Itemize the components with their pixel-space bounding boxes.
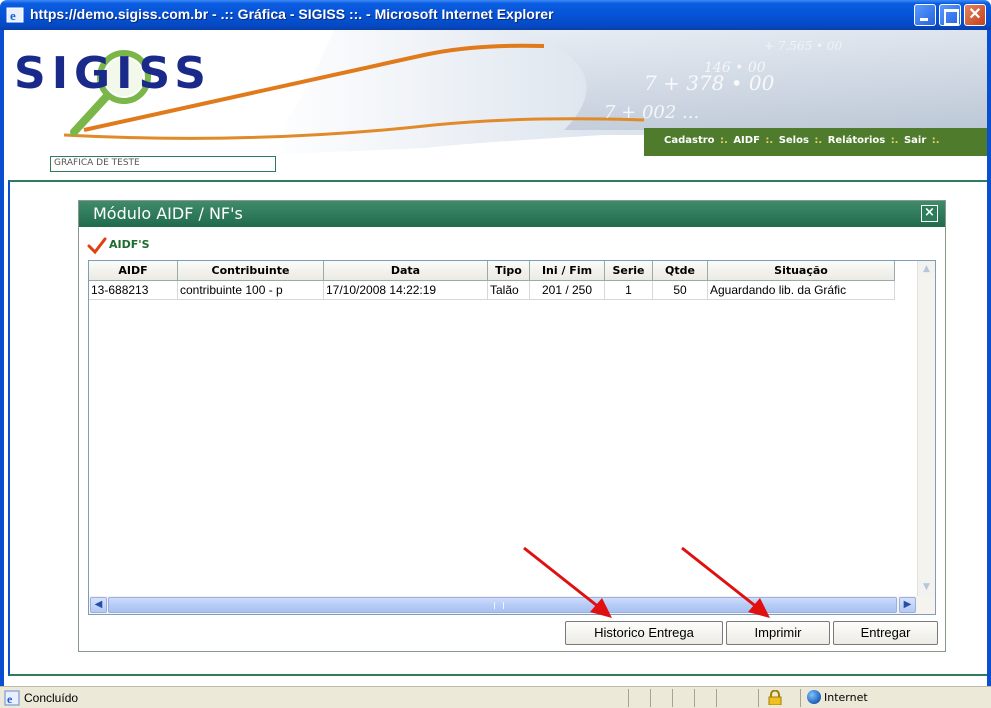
aidf-grid: AIDF Contribuinte Data Tipo Ini / Fim Se… — [88, 260, 936, 615]
status-bar: e Concluído Internet — [0, 686, 991, 708]
section-title: AIDF'S — [109, 238, 150, 251]
main-nav: Cadastro :. AIDF :. Selos :. Relátorios … — [644, 128, 987, 156]
module-header: Módulo AIDF / NF's × — [79, 201, 945, 227]
scroll-down-icon[interactable]: ▼ — [918, 579, 935, 596]
page-done-icon: e — [4, 690, 20, 706]
column-header-contribuinte[interactable]: Contribuinte — [178, 261, 324, 281]
scroll-thumb[interactable] — [108, 597, 897, 613]
title-bar: e https://demo.sigiss.com.br - .:: Gráfi… — [0, 0, 991, 30]
scroll-left-icon[interactable]: ◀ — [90, 597, 107, 613]
status-panel — [650, 689, 651, 707]
column-header-aidf[interactable]: AIDF — [89, 261, 178, 281]
imprimir-button[interactable]: Imprimir — [726, 621, 830, 645]
checkmark-icon — [87, 237, 107, 255]
globe-icon — [807, 690, 821, 704]
nav-separator: :. — [814, 135, 823, 146]
cell-contribuinte: contribuinte 100 - p — [178, 281, 324, 300]
cell-situacao: Aguardando lib. da Gráfic — [708, 281, 895, 300]
window-title: https://demo.sigiss.com.br - .:: Gráfica… — [30, 6, 554, 22]
table-row[interactable]: 13-688213 contribuinte 100 - p 17/10/200… — [89, 281, 895, 300]
status-panel — [800, 689, 801, 707]
nav-separator: :. — [931, 135, 940, 146]
nav-items: Cadastro :. AIDF :. Selos :. Relátorios … — [664, 135, 942, 146]
close-icon: ✕ — [968, 6, 982, 23]
close-window-button[interactable]: ✕ — [964, 4, 986, 26]
vertical-scrollbar[interactable]: ▲ ▼ — [917, 261, 935, 596]
entregar-button[interactable]: Entregar — [833, 621, 938, 645]
column-header-ini-fim[interactable]: Ini / Fim — [530, 261, 605, 281]
maximize-button[interactable] — [939, 4, 961, 26]
svg-text:7 + 002 ...: 7 + 002 ... — [604, 102, 699, 123]
status-text: Concluído — [24, 691, 79, 705]
nav-item-aidf[interactable]: AIDF — [733, 135, 760, 146]
aidf-module-window: Módulo AIDF / NF's × AIDF'S AIDF Contrib… — [78, 200, 946, 652]
column-header-situacao[interactable]: Situação — [708, 261, 895, 281]
nav-separator: :. — [720, 135, 728, 146]
scroll-right-icon[interactable]: ▶ — [899, 597, 916, 613]
cell-qtde: 50 — [653, 281, 708, 300]
column-header-qtde[interactable]: Qtde — [653, 261, 708, 281]
nav-item-relatorios[interactable]: Relátorios — [828, 135, 886, 146]
internet-explorer-icon: e — [6, 7, 24, 23]
column-header-serie[interactable]: Serie — [605, 261, 653, 281]
svg-text:e: e — [10, 8, 16, 23]
cell-data: 17/10/2008 14:22:19 — [324, 281, 488, 300]
nav-separator: :. — [890, 135, 899, 146]
cell-tipo: Talão — [488, 281, 530, 300]
column-header-data[interactable]: Data — [324, 261, 488, 281]
close-icon: × — [924, 205, 935, 220]
nav-item-selos[interactable]: Selos — [779, 135, 809, 146]
cell-serie: 1 — [605, 281, 653, 300]
svg-text:146 • 00: 146 • 00 — [704, 60, 766, 76]
horizontal-scrollbar[interactable]: ◀ ▶ — [89, 596, 935, 614]
grid-header: AIDF Contribuinte Data Tipo Ini / Fim Se… — [89, 261, 895, 281]
svg-text:e: e — [7, 692, 13, 706]
historico-entrega-button[interactable]: Historico Entrega — [565, 621, 723, 645]
nav-separator: :. — [765, 135, 774, 146]
status-panel — [694, 689, 695, 707]
cell-aidf: 13-688213 — [89, 281, 178, 300]
status-panel — [672, 689, 673, 707]
sigiss-logo: SIGISS — [14, 48, 212, 99]
cell-ini-fim: 201 / 250 — [530, 281, 605, 300]
status-panel — [628, 689, 629, 707]
status-panel — [716, 689, 717, 707]
page-banner: 7 + 378 • 00 146 • 00 7 + 002 ... + 7.56… — [4, 30, 987, 180]
module-close-button[interactable]: × — [921, 205, 938, 222]
module-title: Módulo AIDF / NF's — [93, 204, 243, 223]
company-name-field: GRAFICA DE TESTE — [50, 156, 276, 172]
svg-text:+ 7.565 • 00: + 7.565 • 00 — [764, 39, 843, 53]
window-border-right — [987, 30, 991, 686]
lock-icon — [768, 690, 782, 705]
status-panel — [758, 689, 759, 707]
browser-window: e https://demo.sigiss.com.br - .:: Gráfi… — [0, 0, 991, 708]
scroll-grip-icon — [494, 602, 504, 609]
nav-item-sair[interactable]: Sair — [904, 135, 926, 146]
minimize-button[interactable] — [914, 4, 936, 26]
security-zone: Internet — [824, 691, 868, 704]
column-header-tipo[interactable]: Tipo — [488, 261, 530, 281]
scroll-up-icon[interactable]: ▲ — [918, 261, 935, 278]
nav-item-cadastro[interactable]: Cadastro — [664, 135, 715, 146]
